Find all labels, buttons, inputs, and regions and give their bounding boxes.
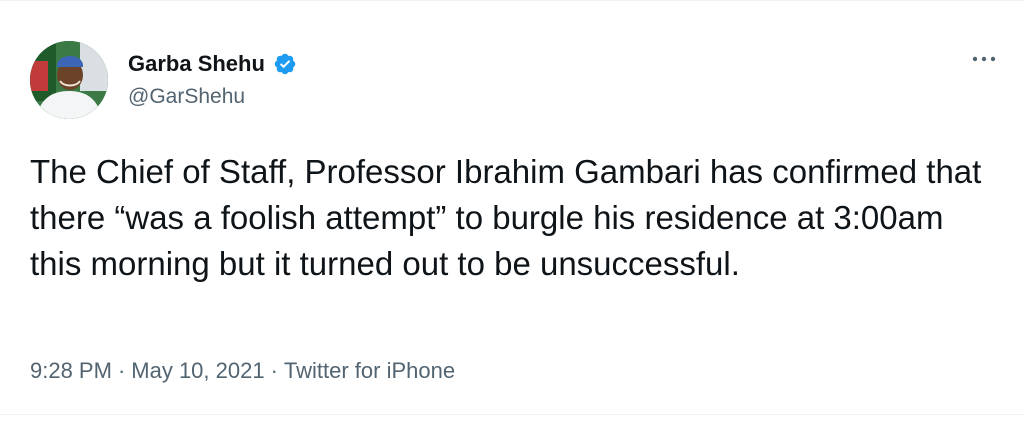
author-name-row: Garba Shehu	[128, 51, 297, 77]
tweet-text: The Chief of Staff, Professor Ibrahim Ga…	[30, 153, 982, 282]
tweet-time-link[interactable]: 9:28 PM	[30, 358, 112, 384]
tweet-meta: 9:28 PM · May 10, 2021 · Twitter for iPh…	[30, 358, 455, 384]
tweet-card: Garba Shehu @GarShehu The Chief of Staff…	[0, 0, 1024, 433]
divider	[0, 414, 1024, 415]
tweet-source-link[interactable]: Twitter for iPhone	[284, 358, 455, 384]
meta-separator: ·	[117, 358, 126, 383]
verified-badge-icon	[274, 53, 296, 75]
author-name[interactable]: Garba Shehu	[128, 51, 265, 77]
more-options-icon	[972, 56, 996, 62]
avatar[interactable]	[30, 41, 108, 119]
tweet-date-link[interactable]: May 10, 2021	[131, 358, 264, 384]
author-handle[interactable]: @GarShehu	[128, 85, 245, 109]
meta-separator: ·	[270, 358, 278, 383]
profile-photo-icon	[30, 41, 108, 119]
more-options-button[interactable]	[966, 45, 1002, 73]
